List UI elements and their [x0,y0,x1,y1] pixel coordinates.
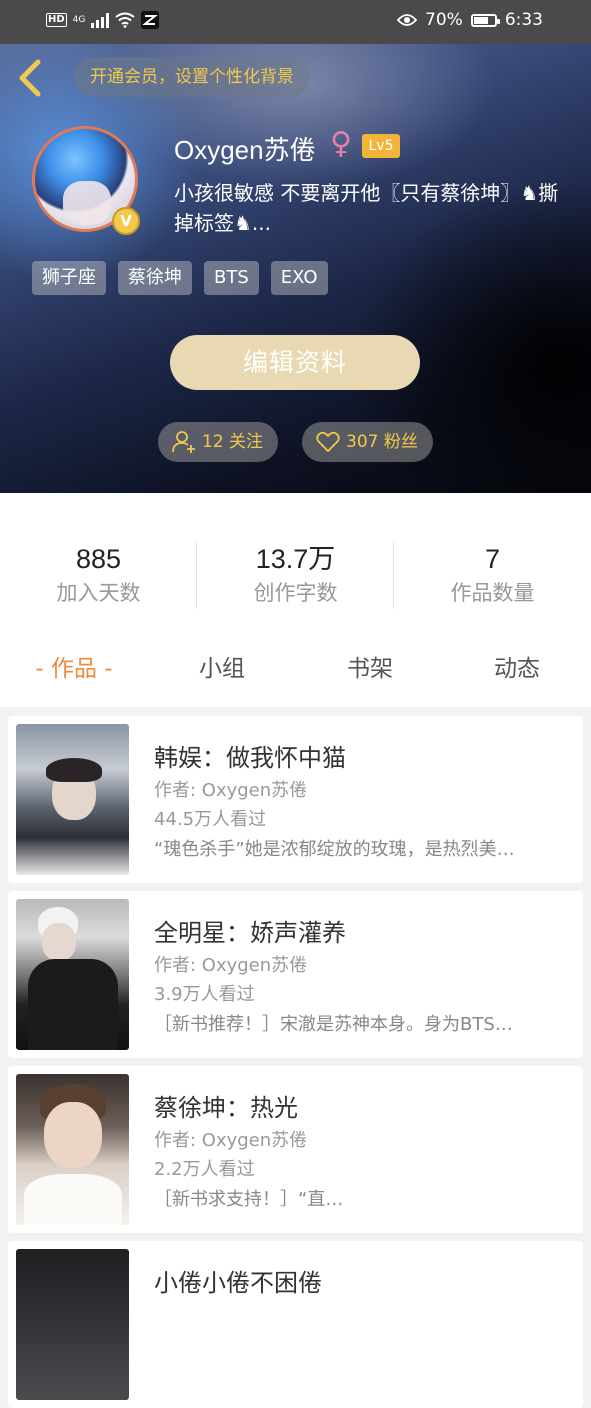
book-cover-image [16,724,129,875]
stat-value: 885 [75,544,122,574]
book-cover-image [16,1249,129,1400]
battery-percent: 70% [425,10,463,30]
work-title: 全明星：娇声灌养 [154,919,346,947]
profile-header: 开通会员，设置个性化背景 V Oxygen苏倦 ♀ Lv5 小孩很敏感 不要离开… [0,44,591,493]
fans-button[interactable]: 307 粉丝 [302,422,433,462]
tab-activity[interactable]: 动态 [443,649,591,683]
back-arrow-icon[interactable] [14,58,50,98]
tag-item[interactable]: 蔡徐坤 [118,261,192,295]
work-card[interactable]: 蔡徐坤：热光 作者: Oxygen苏倦 2.2万人看过 ［新书求支持！］“直… [8,1066,583,1233]
tag-item[interactable]: BTS [204,261,259,295]
stats-panel: 885 加入天数 13.7万 创作字数 7 作品数量 [0,493,591,628]
signal-icon [91,12,110,28]
level-badge: Lv5 [362,134,400,158]
tab-works[interactable]: - 作品 - [0,649,148,683]
user-add-icon [172,431,195,453]
work-description: ［新书求支持！］“直… [154,1189,344,1210]
work-views: 44.5万人看过 [154,809,267,830]
tag-list: 狮子座 蔡徐坤 BTS EXO [32,261,328,295]
profile-tabs: - 作品 - 小组 书架 动态 [0,627,591,707]
battery-icon [470,13,500,27]
work-title: 蔡徐坤：热光 [154,1094,298,1122]
book-cover-image [16,1074,129,1225]
female-icon: ♀ [330,126,352,161]
stat-label: 创作字数 [253,581,338,605]
stat-value: 13.7万 [255,544,336,574]
work-title: 小倦小倦不困倦 [154,1269,322,1297]
avatar-face [63,181,111,225]
work-description: ［新书推荐！］宋澈是苏神本身。身为BTS… [154,1014,513,1035]
stat-join-days: 885 加入天数 [0,541,197,609]
following-button[interactable]: 12 关注 [158,422,278,462]
fans-count: 307 粉丝 [346,432,418,452]
work-views: 2.2万人看过 [154,1159,255,1180]
work-author: 作者: Oxygen苏倦 [154,1130,308,1151]
tag-item[interactable]: EXO [270,261,328,295]
hd-indicator: HD [46,13,67,27]
heart-icon [316,431,340,452]
username: Oxygen苏倦 [174,135,316,165]
user-bio: 小孩很敏感 不要离开他〖只有蔡徐坤〗♞撕掉标签♞... [174,181,559,235]
stat-word-count: 13.7万 创作字数 [197,541,394,609]
clock: 6:33 [504,10,543,30]
stat-label: 加入天数 [56,581,141,605]
wifi-icon [115,12,135,28]
work-title: 韩娱：做我怀中猫 [154,744,346,772]
vip-badge-icon: V [112,207,140,235]
following-count: 12 关注 [202,432,264,452]
work-description: “瑰色杀手”她是浓郁绽放的玫瑰，是热烈美… [154,839,515,860]
work-card[interactable]: 小倦小倦不困倦 [8,1241,583,1408]
eye-comfort-icon [397,14,418,26]
app-notification-icon [141,11,160,29]
tab-bookshelf[interactable]: 书架 [296,649,444,683]
work-views: 3.9万人看过 [154,984,255,1005]
stat-label: 作品数量 [450,581,535,605]
work-author: 作者: Oxygen苏倦 [154,780,308,801]
book-cover-image [16,899,129,1050]
network-type: 4G [72,15,86,25]
tab-groups[interactable]: 小组 [148,649,296,683]
work-card[interactable]: 韩娱：做我怀中猫 作者: Oxygen苏倦 44.5万人看过 “瑰色杀手”她是浓… [8,716,583,883]
status-bar: HD 4G 70% 6:33 [0,0,591,44]
vip-promo-button[interactable]: 开通会员，设置个性化背景 [74,57,310,97]
stat-works-count: 7 作品数量 [394,541,591,609]
work-author: 作者: Oxygen苏倦 [154,955,308,976]
tag-item[interactable]: 狮子座 [32,261,106,295]
work-card[interactable]: 全明星：娇声灌养 作者: Oxygen苏倦 3.9万人看过 ［新书推荐！］宋澈是… [8,891,583,1058]
edit-profile-button[interactable]: 编辑资料 [170,335,420,390]
stat-value: 7 [484,544,501,574]
